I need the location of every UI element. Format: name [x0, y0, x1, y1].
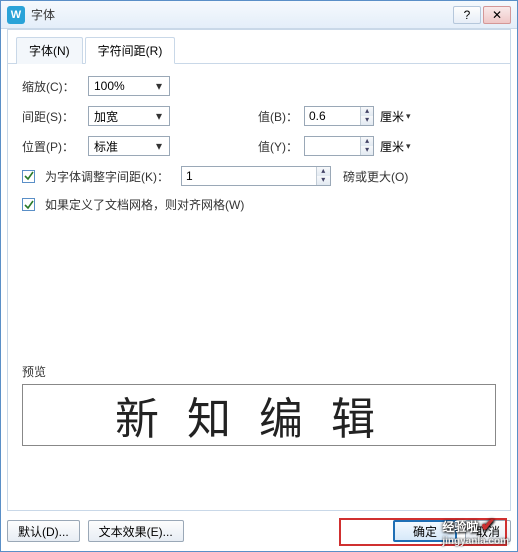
chevron-down-icon: ▾: [406, 141, 411, 152]
spacing-combo[interactable]: 加宽 ▾: [88, 106, 170, 126]
watermark: 经验啦✔ jingyanla.com: [442, 515, 509, 547]
value-b-unit: 厘米: [380, 108, 404, 125]
zoom-label: 缩放(C)：: [22, 78, 82, 95]
chevron-down-icon: ▾: [406, 111, 411, 122]
check-icon: [24, 200, 34, 210]
close-button[interactable]: ✕: [483, 6, 511, 24]
position-label: 位置(P)：: [22, 138, 82, 155]
help-button[interactable]: ?: [453, 6, 481, 24]
value-y-unit: 厘米: [380, 138, 404, 155]
spacing-label: 间距(S)：: [22, 108, 82, 125]
value-y-spinner[interactable]: ▴▾: [304, 136, 374, 156]
kerning-label: 为字体调整字间距(K)：: [45, 168, 169, 185]
position-value: 标准: [94, 138, 152, 155]
tab-character-spacing[interactable]: 字符间距(R): [85, 37, 176, 64]
text-effects-button[interactable]: 文本效果(E)...: [88, 520, 184, 542]
value-y-label: 值(Y)：: [258, 138, 298, 155]
value-b-spinner[interactable]: ▴▾: [304, 106, 374, 126]
kerning-input[interactable]: [182, 167, 316, 185]
preview-label: 预览: [22, 363, 496, 380]
grid-checkbox[interactable]: [22, 198, 35, 211]
tab-bar: 字体(N) 字符间距(R): [8, 30, 510, 64]
tab-font[interactable]: 字体(N): [16, 37, 83, 64]
spin-down-icon[interactable]: ▾: [317, 176, 330, 185]
value-y-input[interactable]: [305, 137, 360, 155]
tab-spacing-label: 字符间距(R): [98, 44, 163, 58]
spin-down-icon[interactable]: ▾: [361, 146, 373, 155]
help-icon: ?: [464, 8, 471, 22]
app-logo-icon: W: [7, 6, 25, 24]
font-dialog: W 字体 ? ✕ 字体(N) 字符间距(R) 缩放(C)： 100% ▾ 间距(…: [0, 0, 518, 552]
value-y-unit-combo[interactable]: 厘米 ▾: [380, 138, 411, 155]
tab-body: 缩放(C)： 100% ▾ 间距(S)： 加宽 ▾ 值(B)： ▴▾: [8, 64, 510, 458]
text-effects-button-label: 文本效果(E)...: [99, 523, 173, 540]
value-b-label: 值(B)：: [258, 108, 298, 125]
ok-button-label: 确定: [413, 523, 437, 540]
zoom-value: 100%: [94, 79, 152, 93]
check-icon: ✔: [480, 515, 495, 535]
check-icon: [24, 171, 34, 181]
position-combo[interactable]: 标准 ▾: [88, 136, 170, 156]
chevron-down-icon: ▾: [152, 109, 166, 123]
spacing-value: 加宽: [94, 108, 152, 125]
kerning-unit: 磅或更大(O): [343, 168, 408, 185]
kerning-spinner[interactable]: ▴▾: [181, 166, 331, 186]
grid-label: 如果定义了文档网格，则对齐网格(W): [45, 196, 244, 213]
close-icon: ✕: [492, 8, 502, 22]
tab-font-label: 字体(N): [29, 44, 70, 58]
value-b-input[interactable]: [305, 107, 360, 125]
zoom-combo[interactable]: 100% ▾: [88, 76, 170, 96]
preview-text: 新知编辑: [115, 383, 403, 447]
watermark-text: 经验啦: [442, 520, 478, 534]
preview-box: 新知编辑: [22, 384, 496, 446]
value-b-unit-combo[interactable]: 厘米 ▾: [380, 108, 411, 125]
titlebar: W 字体 ? ✕: [1, 1, 517, 29]
window-title: 字体: [31, 6, 55, 23]
watermark-sub: jingyanla.com: [442, 536, 509, 547]
spin-down-icon[interactable]: ▾: [361, 116, 373, 125]
kerning-checkbox[interactable]: [22, 170, 35, 183]
chevron-down-icon: ▾: [152, 79, 166, 93]
default-button[interactable]: 默认(D)...: [7, 520, 80, 542]
chevron-down-icon: ▾: [152, 139, 166, 153]
default-button-label: 默认(D)...: [18, 523, 69, 540]
dialog-content: 字体(N) 字符间距(R) 缩放(C)： 100% ▾ 间距(S)： 加宽 ▾ …: [7, 29, 511, 511]
dialog-footer: 默认(D)... 文本效果(E)... 确定 取消: [7, 517, 511, 545]
